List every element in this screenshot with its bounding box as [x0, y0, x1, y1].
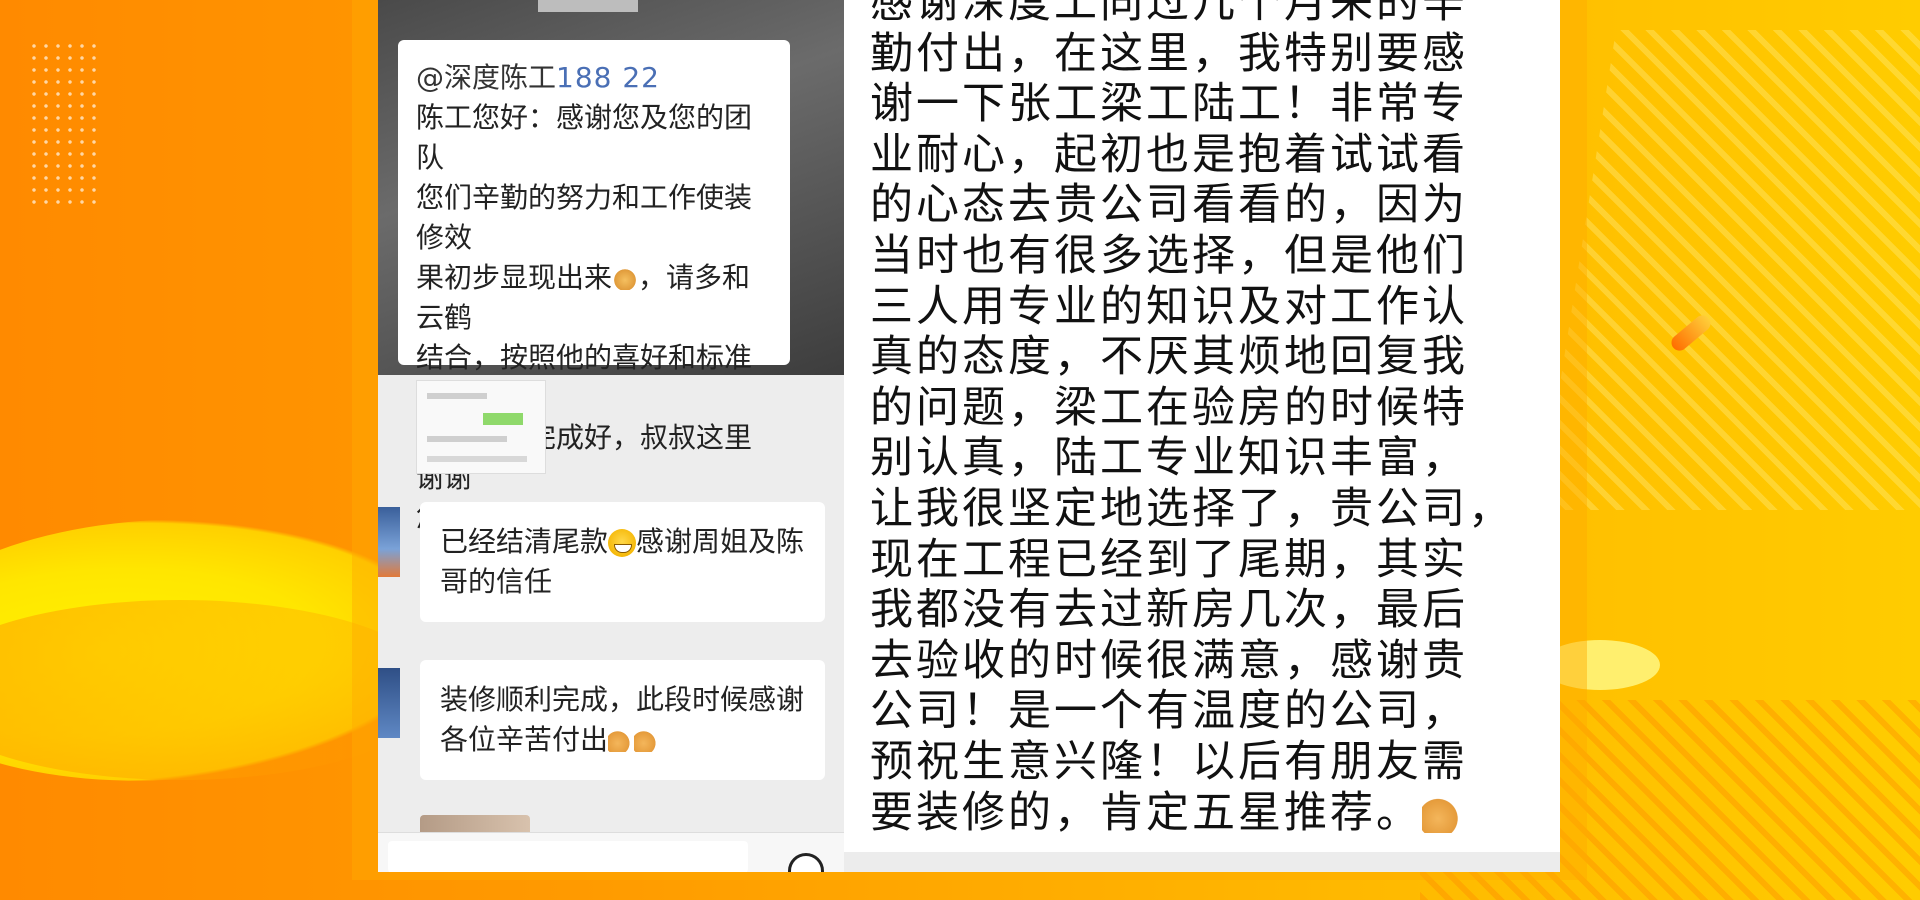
review-line-with-emoji: 要装修的，肯定五星推荐。: [870, 788, 1550, 839]
review-line: 我都没有去过新房几次，最后: [870, 585, 1468, 636]
review-line: 的问题，梁工在验房的时候特: [870, 382, 1468, 433]
chat-bubble: 已经结清尾款 感谢周姐及陈 哥的信任: [420, 502, 825, 622]
folded-hands-icon: [608, 730, 633, 752]
review-line: 谢一下张工梁工陆工！非常专: [870, 79, 1468, 130]
phone-number: 188 22: [556, 61, 660, 94]
mention-line: @深度陈工188 22: [416, 58, 774, 98]
thumbnail-green-bubble: [483, 413, 523, 425]
mention-handle: @深度陈工: [416, 61, 557, 94]
review-line-text: 要装修的，肯定五星推荐。: [870, 787, 1422, 838]
bubble-line: 哥的信任: [440, 565, 553, 598]
bubble-line-text: 各位辛苦付出: [440, 723, 609, 756]
blurred-element: [538, 0, 638, 12]
review-line: 三人用专业的知识及对工作认: [870, 281, 1468, 332]
review-line: 业耐心，起初也是抱着试试看: [870, 129, 1468, 180]
review-line: 勤付出，在这里，我特别要感: [870, 28, 1468, 79]
review-screenshot-right: 感谢深度工同过几个月来的辛 勤付出，在这里，我特别要感 谢一下张工梁工陆工！非常…: [844, 0, 1560, 872]
bubble-line-text: 感谢周姐及陈: [636, 525, 805, 558]
message-card-main: @深度陈工188 22 陈工您好：感谢您及您的团队 您们辛勤的努力和工作使装修效…: [398, 40, 790, 534]
message-input[interactable]: [388, 841, 748, 872]
review-line: 公司！是一个有温度的公司，: [870, 686, 1468, 737]
chat-input-bar: [378, 832, 844, 872]
bottom-bar: [844, 852, 1560, 872]
chat-screenshot-left: @深度陈工188 22 陈工您好：感谢您及您的团队 您们辛勤的努力和工作使装修效…: [378, 0, 844, 872]
grinning-face-icon: [608, 529, 637, 557]
review-line: 感谢深度工同过几个月来的辛: [870, 0, 1468, 28]
bubble-line-text: 已经结清尾款: [440, 525, 609, 558]
review-line: 去验收的时候很满意，感谢贵: [870, 635, 1468, 686]
thumbnail-line: [427, 393, 487, 399]
card-line-text: 果初步显现出来: [416, 261, 613, 294]
thumbnail-line: [427, 436, 507, 442]
thumbnail-line: [427, 456, 527, 462]
dot-pattern: [28, 40, 98, 210]
embedded-screenshot-thumbnail[interactable]: [416, 380, 546, 474]
review-line: 现在工程已经到了尾期，其实: [870, 534, 1468, 585]
bubble-line-with-emoji: 已经结清尾款 感谢周姐及陈: [440, 522, 805, 562]
review-line: 别认真，陆工专业知识丰富，: [870, 433, 1468, 484]
bubble-line-with-emoji: 各位辛苦付出: [440, 720, 805, 760]
folded-hands-icon: [634, 730, 659, 752]
review-line: 的心态去贵公司看看的，因为: [870, 180, 1468, 231]
handshake-icon: [612, 268, 639, 290]
card-line: 陈工您好：感谢您及您的团队: [416, 101, 753, 174]
review-line: 当时也有很多选择，但是他们: [870, 230, 1468, 281]
review-line: 让我很坚定地选择了，贵公司，: [870, 483, 1514, 534]
avatar[interactable]: [378, 507, 400, 577]
review-line: 真的态度，不厌其烦地回复我: [870, 332, 1468, 383]
card-line: 您们辛勤的努力和工作使装修效: [416, 181, 753, 254]
folded-hands-icon: [1422, 797, 1462, 833]
chat-bubble: 装修顺利完成，此段时候感谢 各位辛苦付出: [420, 660, 825, 780]
avatar[interactable]: [378, 668, 400, 738]
stripe-pattern-top: [1540, 30, 1920, 510]
smiley-face-icon[interactable]: [788, 853, 824, 872]
review-text: 感谢深度工同过几个月来的辛 勤付出，在这里，我特别要感 谢一下张工梁工陆工！非常…: [870, 0, 1550, 838]
review-line: 预祝生意兴隆！以后有朋友需: [870, 736, 1468, 787]
bubble-line: 装修顺利完成，此段时候感谢: [440, 683, 805, 716]
card-line-with-emoji: 果初步显现出来 ，请多和云鹤: [416, 258, 774, 338]
